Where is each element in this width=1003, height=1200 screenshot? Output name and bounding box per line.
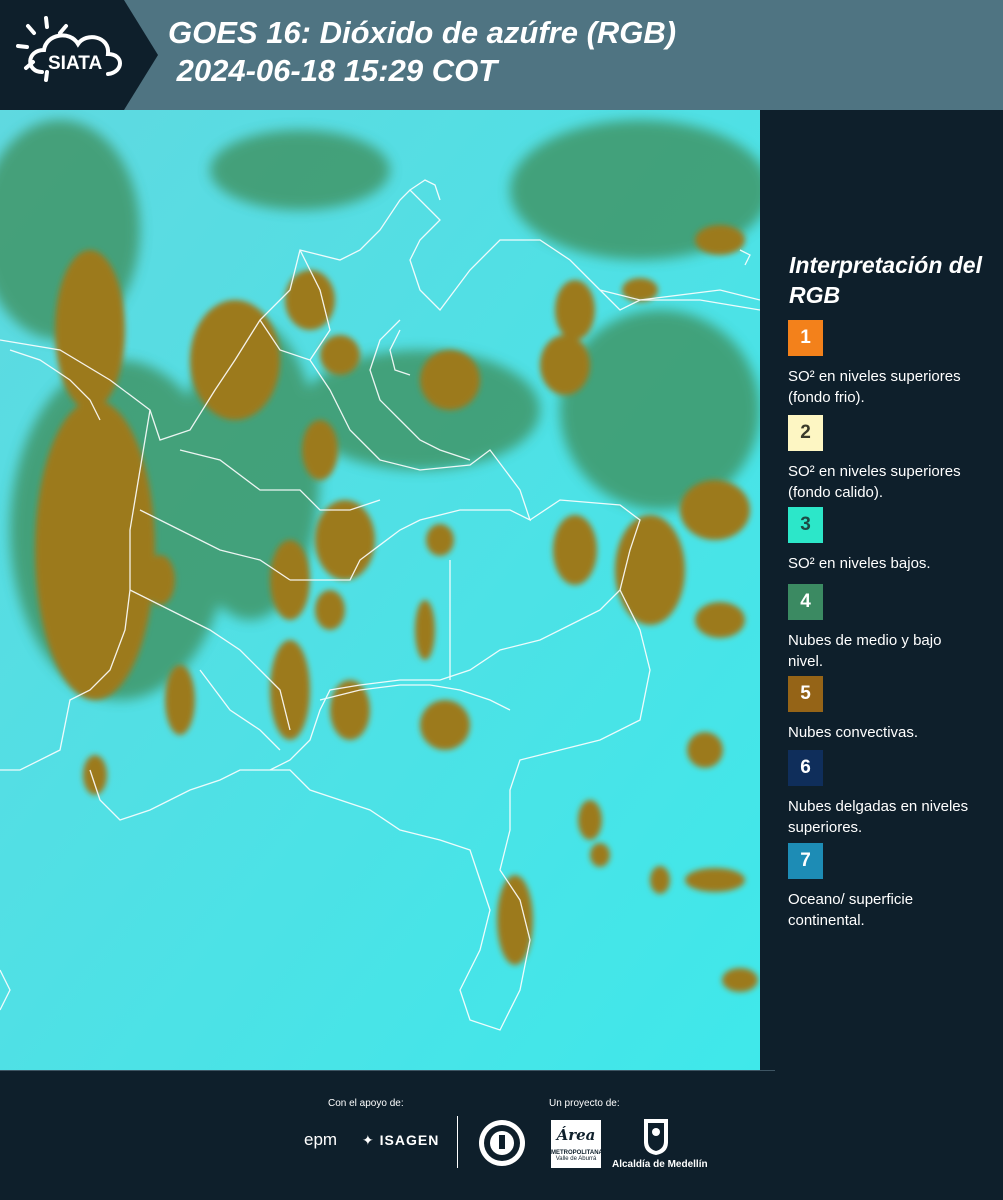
legend-number-1: 1 bbox=[800, 327, 811, 348]
legend-item-6: 6 Nubes delgadas en niveles superiores. bbox=[788, 750, 998, 838]
legend-label-6: Nubes delgadas en niveles superiores. bbox=[788, 798, 969, 836]
area-logo-sub2: Valle de Aburrá bbox=[555, 1156, 597, 1162]
legend-number-4: 4 bbox=[800, 591, 811, 612]
legend-swatch-5: 5 bbox=[788, 676, 823, 712]
legend-swatch-4: 4 bbox=[788, 584, 823, 620]
area-metropolitana-logo: Área METROPOLITANA Valle de Aburrá bbox=[551, 1120, 603, 1168]
legend-number-5: 5 bbox=[800, 683, 811, 704]
legend-item-4: 4 Nubes de medio y bajo nivel. bbox=[788, 584, 998, 672]
legend-item-3: 3 SO² en niveles bajos. bbox=[788, 507, 998, 574]
footer-bar: Con el apoyo de: Un proyecto de: epm ✦ I… bbox=[0, 1070, 1003, 1200]
epm-logo: epm bbox=[304, 1130, 337, 1150]
legend-item-1: 1 SO² en niveles superiores (fondo frio)… bbox=[788, 320, 998, 408]
legend-label-5: Nubes convectivas. bbox=[788, 724, 919, 741]
legend-swatch-2: 2 bbox=[788, 415, 823, 451]
legend-number-7: 7 bbox=[800, 850, 811, 871]
isagen-logo-text: ISAGEN bbox=[379, 1132, 440, 1148]
project-label: Un proyecto de: bbox=[549, 1098, 620, 1109]
legend-item-7: 7 Oceano/ superficie continental. bbox=[788, 843, 998, 931]
isagen-logo: ✦ ISAGEN bbox=[362, 1132, 439, 1149]
alcaldia-label: Alcaldía de Medellín bbox=[612, 1159, 708, 1170]
legend-swatch-3: 3 bbox=[788, 507, 823, 543]
sun-cloud-icon: SIATA bbox=[16, 16, 122, 82]
footer-divider bbox=[0, 1070, 775, 1071]
legend-label-1: SO² en niveles superiores (fondo frio). bbox=[788, 368, 961, 406]
legend-label-7: Oceano/ superficie continental. bbox=[788, 891, 914, 929]
medellin-seal-icon bbox=[479, 1120, 525, 1166]
epm-logo-text: epm bbox=[304, 1130, 338, 1149]
legend-number-3: 3 bbox=[800, 514, 811, 535]
legend-number-6: 6 bbox=[800, 757, 811, 778]
header-bar: SIATA GOES 16: Dióxido de azúfre (RGB) 2… bbox=[0, 0, 1003, 110]
title-line-1: GOES 16: Dióxido de azúfre (RGB) bbox=[168, 15, 677, 50]
legend-swatch-6: 6 bbox=[788, 750, 823, 786]
footer-vertical-divider bbox=[457, 1116, 458, 1168]
isagen-star-icon: ✦ bbox=[362, 1132, 375, 1148]
title-line-2: 2024-06-18 15:29 COT bbox=[168, 53, 498, 88]
siata-logo: SIATA bbox=[0, 0, 158, 110]
alcaldia-shield-icon bbox=[644, 1119, 668, 1155]
area-logo-text: Área bbox=[556, 1126, 596, 1144]
legend-item-2: 2 SO² en niveles superiores (fondo calid… bbox=[788, 415, 998, 503]
legend-number-2: 2 bbox=[800, 422, 811, 443]
page-title: GOES 16: Dióxido de azúfre (RGB) 2024-06… bbox=[168, 14, 676, 90]
legend-item-5: 5 Nubes convectivas. bbox=[788, 676, 998, 743]
legend-swatch-7: 7 bbox=[788, 843, 823, 879]
support-label: Con el apoyo de: bbox=[328, 1098, 404, 1109]
legend-label-4: Nubes de medio y bajo nivel. bbox=[788, 632, 942, 670]
legend-label-2: SO² en niveles superiores (fondo calido)… bbox=[788, 463, 961, 501]
legend-title: Interpretación del RGB bbox=[789, 252, 982, 308]
satellite-map-image bbox=[0, 110, 760, 1070]
legend-swatch-1: 1 bbox=[788, 320, 823, 356]
legend-label-3: SO² en niveles bajos. bbox=[788, 555, 931, 572]
legend-panel: Interpretación del RGB 1 SO² en niveles … bbox=[760, 110, 1003, 1070]
satellite-map-icon bbox=[0, 110, 760, 1070]
svg-text:SIATA: SIATA bbox=[48, 53, 102, 74]
